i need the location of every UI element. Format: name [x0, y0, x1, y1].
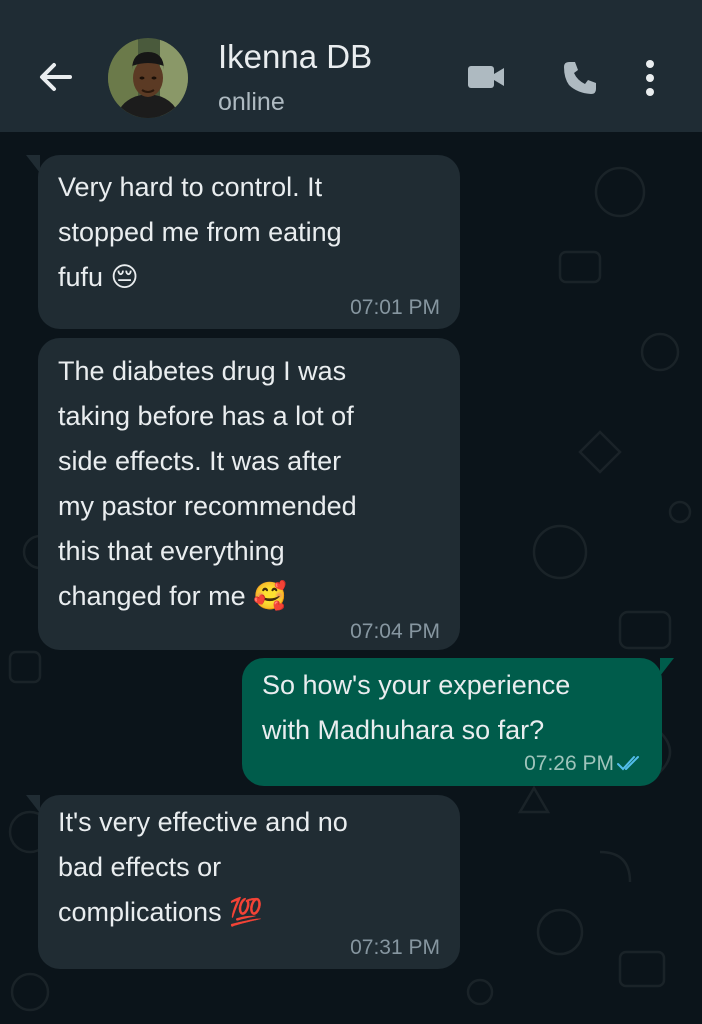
message-timestamp: 07:31 PM	[350, 936, 440, 959]
arrow-back-icon[interactable]	[34, 56, 76, 98]
avatar[interactable]	[108, 38, 188, 118]
message-timestamp: 07:04 PM	[350, 620, 440, 643]
message-bubble-outgoing[interactable]: So how's your experience with Madhuhara …	[242, 658, 674, 786]
read-double-check-icon	[617, 756, 639, 771]
message-text: It's very effective and no bad effects o…	[58, 807, 348, 927]
bubble-tail	[26, 155, 40, 173]
chat-area[interactable]: Very hard to control. It stopped me from…	[0, 132, 702, 1024]
message-text: So how's your experience with Madhuhara …	[262, 670, 571, 745]
video-call-icon[interactable]	[466, 62, 506, 92]
message-bubble-incoming[interactable]: Very hard to control. It stopped me from…	[26, 155, 460, 329]
message-timestamp: 07:26 PM	[524, 752, 614, 775]
message-bubble-incoming[interactable]: It's very effective and no bad effects o…	[26, 795, 460, 969]
message-text: Very hard to control. It stopped me from…	[58, 172, 342, 292]
phone-icon[interactable]	[560, 58, 600, 98]
bubble-tail	[26, 795, 40, 813]
message-text: The diabetes drug I was taking before ha…	[58, 356, 357, 611]
contact-name[interactable]: Ikenna DB	[218, 38, 372, 76]
more-vertical-icon[interactable]	[636, 58, 664, 98]
contact-status: online	[218, 88, 285, 116]
message-bubble-incoming[interactable]: The diabetes drug I was taking before ha…	[38, 338, 460, 650]
chat-header: Ikenna DB online	[0, 0, 702, 132]
message-timestamp: 07:01 PM	[350, 296, 440, 319]
bubble-tail	[660, 658, 674, 676]
